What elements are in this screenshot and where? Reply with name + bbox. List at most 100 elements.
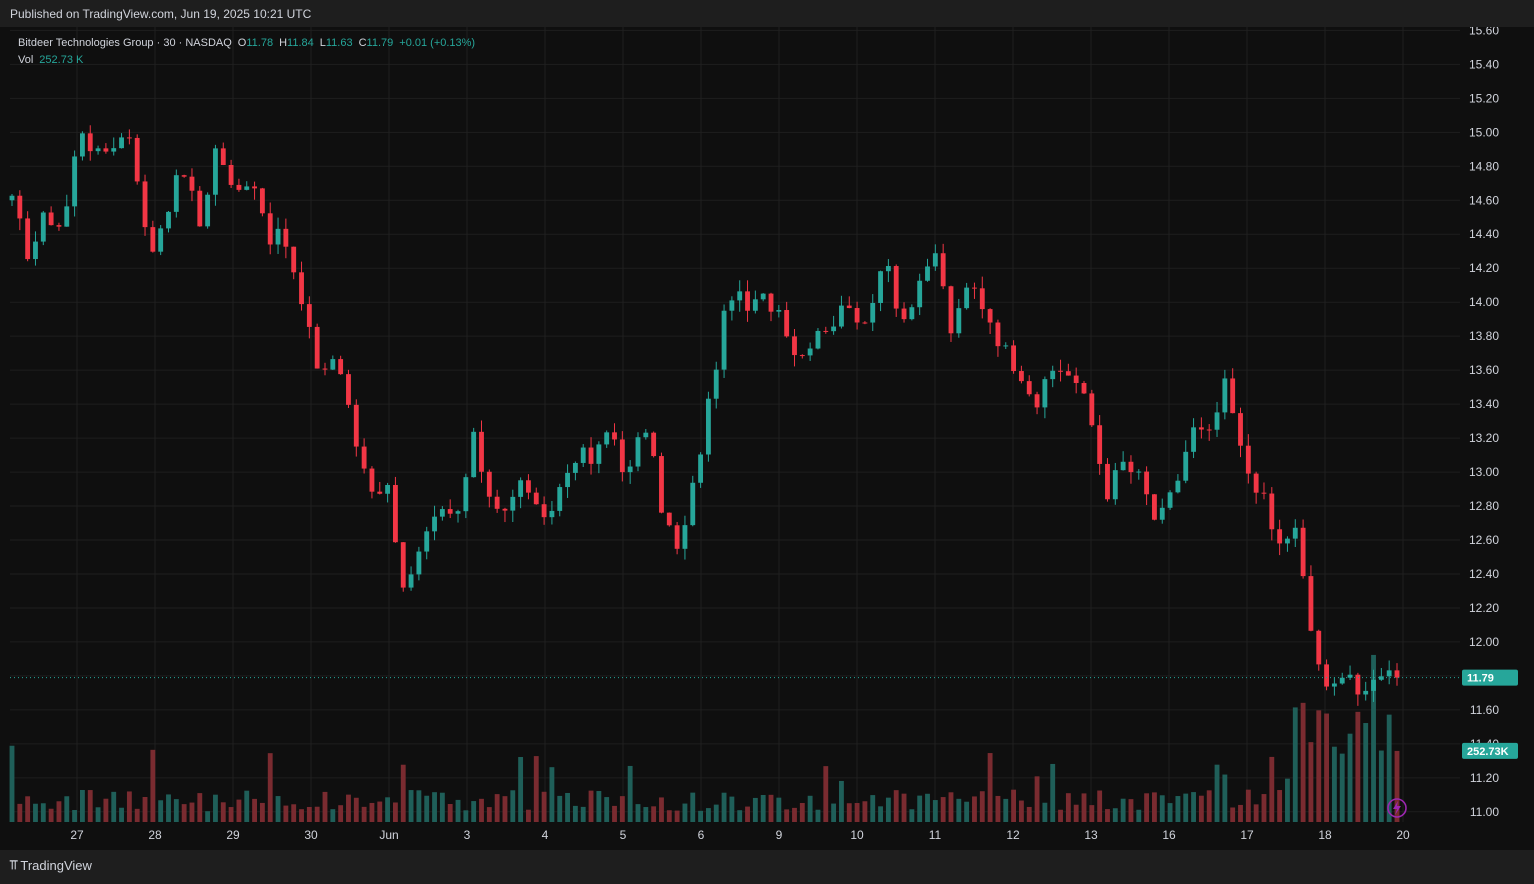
volume-bar xyxy=(776,797,782,822)
volume-bar xyxy=(197,793,203,822)
candle-body xyxy=(1292,527,1298,539)
volume-bar xyxy=(1285,778,1290,822)
candle-body xyxy=(338,359,344,375)
tradingview-brand[interactable]: ⫪ TradingView xyxy=(10,857,92,873)
candle-body xyxy=(823,330,829,332)
candle-body xyxy=(1378,676,1384,680)
legend-change: +0.01 (+0.13%) xyxy=(399,37,476,49)
candle-body xyxy=(119,137,124,149)
candle-body xyxy=(1355,674,1361,695)
candle-body xyxy=(862,322,868,324)
candle-body xyxy=(713,369,719,399)
legend-open: 11.78 xyxy=(246,37,274,49)
volume-bar xyxy=(134,808,140,822)
candle-body xyxy=(392,485,398,543)
candle-body xyxy=(721,310,727,370)
volume-bar xyxy=(400,764,406,822)
candle-body xyxy=(1285,538,1290,544)
volume-bar xyxy=(25,796,31,822)
candle-body xyxy=(510,496,516,511)
candle-body xyxy=(1277,529,1283,544)
volume-bar xyxy=(768,794,774,822)
volume-bar xyxy=(1300,702,1306,822)
candle-body xyxy=(439,509,445,517)
legend-close-label: C xyxy=(358,37,367,49)
y-tick-label: 15.20 xyxy=(1469,91,1499,105)
candle-body xyxy=(228,164,234,185)
candle-body xyxy=(1222,378,1228,413)
x-tick-label: 11 xyxy=(929,828,942,842)
x-tick-label: 3 xyxy=(464,828,471,842)
candle-body xyxy=(330,359,336,370)
volume-bar xyxy=(932,800,938,822)
candle-body xyxy=(1152,494,1157,520)
y-tick-label: 15.40 xyxy=(1469,57,1499,71)
volume-bar xyxy=(1018,800,1024,822)
volume-bar xyxy=(1105,809,1110,822)
volume-bar xyxy=(173,799,179,822)
volume-bar xyxy=(784,809,790,822)
candle-body xyxy=(353,404,359,447)
volume-bar xyxy=(166,794,171,822)
volume-bar xyxy=(1058,809,1063,822)
volume-bar xyxy=(885,797,891,822)
volume-bar xyxy=(56,801,62,822)
candle-body xyxy=(752,299,758,311)
candle-body xyxy=(705,398,711,455)
candle-body xyxy=(651,432,657,457)
volume-bar xyxy=(338,805,344,822)
x-tick-label: 10 xyxy=(850,828,864,842)
volume-bar xyxy=(1050,763,1056,822)
volume-badge-label: 252.73K xyxy=(1467,746,1509,758)
candle-body xyxy=(893,266,899,309)
candle-body xyxy=(885,266,891,272)
candle-body xyxy=(1144,471,1150,495)
volume-bar xyxy=(447,803,453,822)
candle-body xyxy=(17,195,23,219)
candle-body xyxy=(142,181,148,228)
candle-body xyxy=(932,253,938,267)
volume-bar xyxy=(580,806,586,822)
candle-body xyxy=(737,291,743,301)
candle-body xyxy=(1253,473,1259,493)
candle-body xyxy=(126,137,132,139)
candle-body xyxy=(643,432,649,438)
candle-body xyxy=(416,551,422,575)
candle-body xyxy=(1167,492,1173,508)
volume-bar xyxy=(846,803,852,822)
y-tick-label: 14.60 xyxy=(1469,193,1499,207)
legend-volume-label: Vol xyxy=(18,54,34,66)
candle-body xyxy=(197,190,203,227)
candle-body xyxy=(518,480,524,497)
volume-bar xyxy=(572,805,578,822)
candle-body xyxy=(502,508,508,511)
volume-bar xyxy=(377,801,383,822)
volume-bar xyxy=(299,809,304,822)
y-tick-label: 15.60 xyxy=(1469,27,1499,37)
volume-bar xyxy=(666,810,672,822)
candle-body xyxy=(541,504,547,518)
volume-bar xyxy=(494,794,500,822)
volume-bar xyxy=(588,790,594,822)
candle-body xyxy=(205,194,211,227)
candle-body xyxy=(1058,370,1063,372)
volume-bar xyxy=(526,809,531,822)
volume-bar xyxy=(189,802,195,822)
candle-body xyxy=(1394,670,1400,678)
volume-bar xyxy=(612,805,617,822)
volume-bar xyxy=(893,790,899,822)
volume-bar xyxy=(964,801,970,822)
volume-bar xyxy=(1191,792,1196,822)
candlestick-chart[interactable]: 11.0011.2011.4011.6011.8012.0012.2012.40… xyxy=(0,27,1534,850)
volume-bar xyxy=(1324,713,1330,822)
volume-bar xyxy=(518,757,524,822)
volume-bar xyxy=(424,795,430,822)
candle-body xyxy=(385,485,391,494)
candle-body xyxy=(627,466,633,473)
candle-body xyxy=(275,228,281,245)
y-tick-label: 13.60 xyxy=(1469,363,1499,377)
volume-bar xyxy=(1331,746,1337,822)
volume-bar xyxy=(1081,793,1087,822)
brand-text: TradingView xyxy=(20,857,92,873)
candle-body xyxy=(213,148,218,195)
